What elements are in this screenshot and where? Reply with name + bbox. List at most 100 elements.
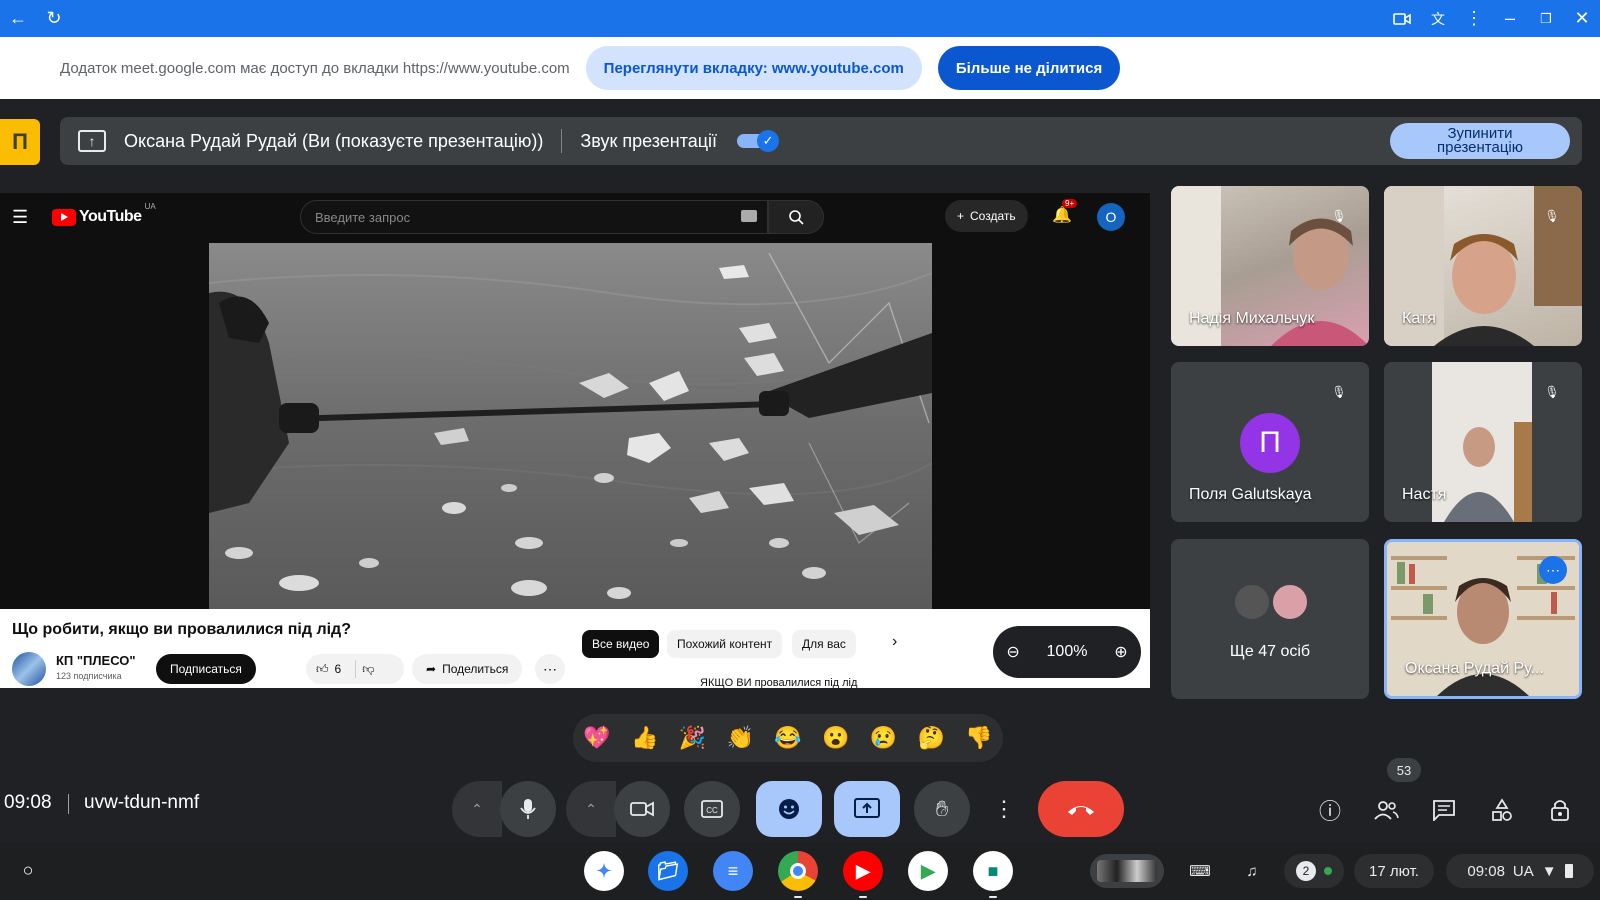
- channel-avatar[interactable]: [12, 652, 46, 686]
- captions-icon: CC: [701, 800, 723, 818]
- participant-avatars: [1233, 583, 1313, 623]
- host-controls-icon[interactable]: [1544, 794, 1576, 826]
- chip-for-you[interactable]: Для вас: [792, 630, 856, 658]
- people-icon[interactable]: [1370, 794, 1402, 826]
- date-tray[interactable]: 17 лют.: [1354, 854, 1434, 888]
- participant-tile[interactable]: 🎙︎ Катя: [1384, 186, 1582, 346]
- laugh-reaction[interactable]: 😂: [774, 725, 801, 751]
- self-participant-tile[interactable]: ⋯ Оксана Рудай Ру...: [1384, 539, 1582, 699]
- microphone-button[interactable]: [500, 781, 556, 837]
- avatar: П: [1240, 413, 1300, 473]
- kebab-menu-icon[interactable]: ⋮: [1456, 0, 1492, 37]
- keyboard-icon[interactable]: ⌨: [1180, 854, 1220, 888]
- chrome-center: [790, 863, 806, 879]
- party-reaction[interactable]: 🎉: [679, 725, 706, 751]
- close-icon[interactable]: ✕: [1564, 0, 1600, 37]
- reactions-bar: 💖 👍 🎉 👏 😂 😮 😢 🤔 👎: [573, 714, 1003, 762]
- thumbs-down-reaction[interactable]: 👎: [965, 725, 992, 751]
- audio-options-chevron-icon[interactable]: ⌃: [452, 781, 502, 837]
- view-tab-button[interactable]: Переглянути вкладку: www.youtube.com: [585, 46, 922, 90]
- search-icon[interactable]: [768, 200, 824, 234]
- like-button[interactable]: 👍︎ 6 👎︎: [306, 654, 404, 684]
- stop-presenting-button[interactable]: Зупинити презентацію: [1390, 123, 1570, 159]
- youtube-app-icon[interactable]: ▶: [843, 851, 883, 898]
- divider: [68, 794, 69, 814]
- video-options-chevron-icon[interactable]: ⌃: [566, 781, 616, 837]
- more-participants-tile[interactable]: Ще 47 осіб: [1171, 539, 1369, 699]
- back-icon[interactable]: ←: [0, 0, 36, 37]
- avatar[interactable]: О: [1097, 203, 1125, 231]
- notifications-count: 2: [1296, 861, 1316, 881]
- youtube-region: UA: [144, 202, 156, 211]
- channel-name[interactable]: КП "ПЛЕСО": [56, 653, 136, 668]
- status-dot: [1324, 867, 1332, 875]
- minimize-icon[interactable]: –: [1492, 0, 1528, 37]
- play-store-app-icon[interactable]: ▶: [908, 851, 948, 891]
- meet-app-icon[interactable]: ■: [973, 851, 1013, 898]
- side-panel-icon[interactable]: П: [0, 119, 40, 165]
- more-options-icon[interactable]: ⋯: [1539, 556, 1567, 584]
- meeting-code: uvw-tdun-nmf: [84, 792, 200, 813]
- presentation-audio-toggle[interactable]: ✓: [737, 130, 780, 152]
- docs-app-icon[interactable]: ≡: [713, 851, 753, 891]
- youtube-search-input[interactable]: Введите запрос: [300, 200, 768, 234]
- more-options-icon[interactable]: ⋮: [984, 781, 1024, 837]
- participant-tile[interactable]: П 🎙︎ Поля Galutskaya: [1171, 362, 1369, 522]
- captions-button[interactable]: CC: [684, 781, 740, 837]
- divider: [561, 129, 563, 153]
- participant-tile[interactable]: 🎙︎ Надія Михальчук: [1171, 186, 1369, 346]
- chip-all-videos[interactable]: Все видео: [582, 630, 660, 658]
- notifications-bell-icon[interactable]: 🔔 9+: [1052, 199, 1078, 225]
- camera-button[interactable]: [614, 781, 670, 837]
- present-now-button[interactable]: [834, 781, 900, 837]
- create-button[interactable]: + Создать: [945, 200, 1028, 232]
- running-indicator: [859, 896, 867, 898]
- translate-icon[interactable]: 文: [1420, 0, 1456, 37]
- more-actions-icon[interactable]: ⋯: [535, 654, 565, 684]
- activities-icon[interactable]: [1486, 794, 1518, 826]
- check-icon: ✓: [757, 130, 780, 152]
- sad-reaction[interactable]: 😢: [870, 725, 897, 751]
- launcher-icon[interactable]: ○: [12, 854, 44, 886]
- hamburger-menu-icon[interactable]: ☰: [12, 207, 32, 228]
- thumbs-down-icon[interactable]: 👎︎: [362, 662, 374, 677]
- chat-icon[interactable]: [1428, 794, 1460, 826]
- media-controls-icon[interactable]: ♫: [1232, 854, 1272, 888]
- keyboard-icon[interactable]: [741, 210, 757, 222]
- leave-call-button[interactable]: [1038, 781, 1124, 837]
- raise-hand-button[interactable]: ✋︎: [914, 781, 970, 837]
- sparkling-heart-reaction[interactable]: 💖: [583, 725, 610, 751]
- surprised-reaction[interactable]: 😮: [822, 725, 849, 751]
- status-tray[interactable]: 09:08 UA ▼: [1446, 854, 1594, 888]
- notifications-tray[interactable]: 2: [1284, 854, 1344, 888]
- next-video-title[interactable]: ЯКЩО ВИ провалилися під лід: [700, 677, 857, 688]
- os-shelf: ○ ✦ 📁︎ ≡ ▶ ▶ ■ ⌨ ♫ 2 17 лют. 09:08 UA ▼: [0, 842, 1600, 900]
- hand-icon: ✋︎: [935, 796, 949, 821]
- presenting-info-pill: ↑ Оксана Рудай Рудай (Ви (показуєте през…: [60, 117, 1582, 165]
- people-count-badge: 53: [1387, 758, 1421, 782]
- participant-name: Поля Galutskaya: [1189, 486, 1312, 503]
- gemini-app-icon[interactable]: ✦: [584, 851, 624, 891]
- reactions-button[interactable]: [756, 781, 822, 837]
- participant-name: Настя: [1402, 486, 1447, 503]
- chip-related[interactable]: Похожий контент: [667, 630, 783, 658]
- stop-sharing-button[interactable]: Більше не ділитися: [937, 46, 1121, 90]
- reload-icon[interactable]: ↻: [36, 0, 72, 37]
- holding-space-thumbnails[interactable]: [1090, 854, 1164, 888]
- clap-reaction[interactable]: 👏: [726, 725, 753, 751]
- thinking-reaction[interactable]: 🤔: [918, 725, 945, 751]
- files-app-icon[interactable]: 📁︎: [648, 851, 688, 891]
- participant-tile[interactable]: 🎙︎ Настя: [1384, 362, 1582, 522]
- maximize-icon[interactable]: ❐: [1528, 0, 1564, 37]
- share-button[interactable]: ➦ Поделиться: [412, 654, 523, 684]
- youtube-logo[interactable]: YouTube UA: [52, 202, 156, 226]
- zoom-in-icon[interactable]: ⊕: [1114, 642, 1127, 662]
- subscribe-button[interactable]: Подписаться: [156, 654, 256, 684]
- camera-icon[interactable]: [1384, 0, 1420, 37]
- chrome-app-icon[interactable]: [778, 851, 818, 898]
- meeting-info-icon[interactable]: ⓘ: [1314, 794, 1346, 826]
- thumbs-up-reaction[interactable]: 👍: [631, 725, 658, 751]
- like-count: 6: [334, 662, 342, 676]
- zoom-out-icon[interactable]: ⊖: [1006, 642, 1019, 662]
- chevron-right-icon[interactable]: ›: [892, 633, 897, 651]
